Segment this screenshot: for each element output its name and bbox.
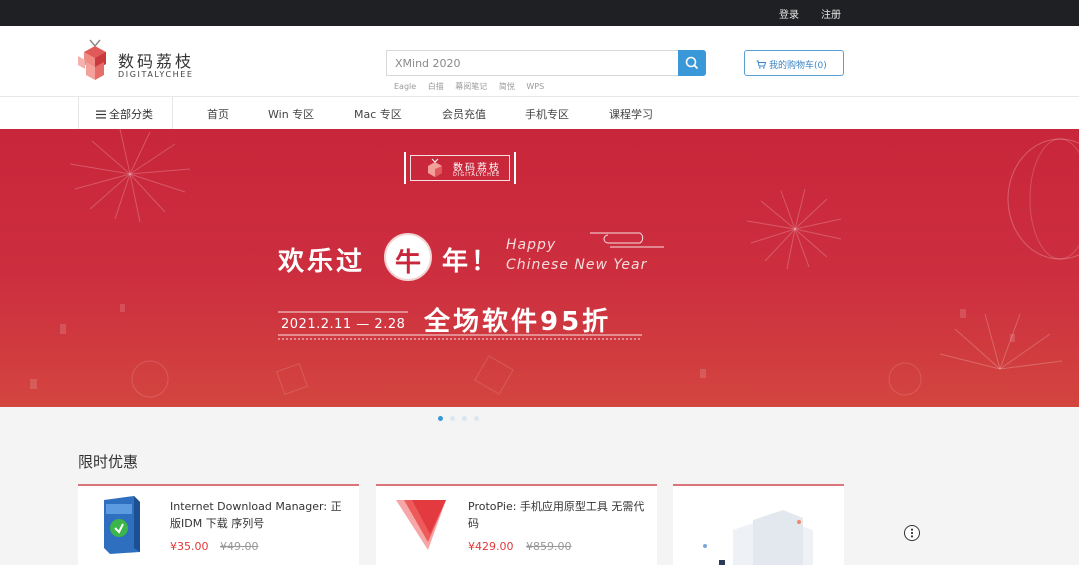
banner-date-range: 2021.2.11 — 2.28 bbox=[281, 317, 406, 332]
carousel-dot[interactable] bbox=[474, 416, 479, 421]
section-title: 限时优惠 bbox=[78, 453, 139, 471]
all-categories-button[interactable]: 全部分类 bbox=[78, 97, 173, 130]
product-old-price: ¥859.00 bbox=[526, 540, 572, 553]
more-vertical-icon bbox=[910, 528, 914, 538]
protopie-icon bbox=[396, 500, 446, 550]
hot-search-item[interactable]: 白描 bbox=[428, 82, 444, 91]
login-link[interactable]: 登录 bbox=[779, 6, 799, 21]
main-nav: 全部分类 首页 Win 专区 Mac 专区 会员充值 手机专区 课程学习 bbox=[0, 96, 1079, 130]
banner-sale-text: 全场软件95折 bbox=[424, 307, 612, 337]
cart-icon bbox=[756, 60, 767, 69]
nav-item-mac[interactable]: Mac 专区 bbox=[354, 106, 402, 122]
banner-headline-part1: 欢乐过 bbox=[278, 247, 366, 277]
banner-happy-line1: Happy bbox=[506, 237, 557, 253]
hot-search-item[interactable]: Eagle bbox=[394, 82, 416, 91]
hot-search-item[interactable]: 幕阅笔记 bbox=[455, 82, 487, 91]
banner-headline-part2: 年！ bbox=[442, 247, 501, 277]
carousel-dot[interactable] bbox=[450, 416, 455, 421]
product-old-price: ¥49.00 bbox=[220, 540, 259, 553]
logo-text-cn: 数码荔枝 bbox=[118, 52, 195, 71]
site-logo[interactable]: 数码荔枝 DIGITALYCHEE bbox=[76, 36, 206, 82]
banner-ox-seal: 牛 bbox=[384, 233, 432, 281]
promo-banner[interactable]: 数码荔枝 DIGITALYCHEE 欢乐过 牛 年！ Happy Chinese… bbox=[0, 129, 1079, 407]
hot-search-item[interactable]: WPS bbox=[526, 82, 544, 91]
search-input[interactable] bbox=[386, 50, 678, 76]
top-bar: 登录 注册 bbox=[0, 0, 1079, 26]
search-button[interactable] bbox=[678, 50, 706, 76]
register-link[interactable]: 注册 bbox=[821, 6, 841, 21]
promo-illustration-card[interactable] bbox=[673, 484, 844, 565]
nav-item-home[interactable]: 首页 bbox=[207, 106, 229, 122]
search-bar bbox=[386, 50, 706, 76]
logo-text-en: DIGITALYCHEE bbox=[118, 70, 194, 79]
banner-brand-badge: 数码荔枝 DIGITALYCHEE bbox=[404, 152, 516, 184]
all-categories-label: 全部分类 bbox=[109, 108, 153, 121]
nav-item-mobile[interactable]: 手机专区 bbox=[525, 106, 569, 122]
lychee-logo-icon bbox=[78, 39, 106, 80]
product-title[interactable]: ProtoPie: 手机应用原型工具 无需代码 bbox=[468, 498, 646, 532]
product-title[interactable]: Internet Download Manager: 正版IDM 下载 序列号 bbox=[170, 498, 348, 532]
site-header: 数码荔枝 DIGITALYCHEE Eagle 白描 幕阅笔记 简悦 WPS 我… bbox=[0, 26, 1079, 96]
banner-happy-line2: Chinese New Year bbox=[506, 257, 648, 273]
search-icon bbox=[685, 56, 699, 70]
nav-item-win[interactable]: Win 专区 bbox=[268, 106, 314, 122]
carousel-dot[interactable] bbox=[438, 416, 443, 421]
product-card[interactable]: ProtoPie: 手机应用原型工具 无需代码 ¥429.00 ¥859.00 bbox=[376, 484, 657, 565]
idm-box-icon bbox=[104, 496, 140, 554]
hot-search-item[interactable]: 简悦 bbox=[499, 82, 515, 91]
product-price: ¥429.00 bbox=[468, 540, 514, 553]
more-options-button[interactable] bbox=[904, 525, 920, 541]
carousel-dot[interactable] bbox=[462, 416, 467, 421]
nav-item-membership[interactable]: 会员充值 bbox=[442, 106, 486, 122]
banner-ox-char: 牛 bbox=[394, 248, 421, 278]
lychee-logo-icon bbox=[428, 158, 442, 177]
cart-label: 我的购物车(0) bbox=[769, 61, 827, 71]
promo-illustration bbox=[703, 510, 813, 565]
badge-text-en: DIGITALYCHEE bbox=[453, 172, 501, 178]
product-card[interactable]: Internet Download Manager: 正版IDM 下载 序列号 … bbox=[78, 484, 359, 565]
product-price: ¥35.00 bbox=[170, 540, 209, 553]
menu-icon bbox=[96, 110, 106, 119]
cart-button[interactable]: 我的购物车(0) bbox=[744, 50, 844, 76]
nav-item-courses[interactable]: 课程学习 bbox=[609, 106, 653, 122]
hot-search-list: Eagle 白描 幕阅笔记 简悦 WPS bbox=[394, 81, 553, 92]
carousel-indicators bbox=[438, 416, 488, 422]
